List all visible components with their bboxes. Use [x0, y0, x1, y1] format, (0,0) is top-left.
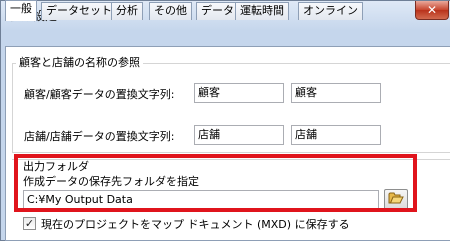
- tab-other[interactable]: その他: [149, 2, 192, 20]
- save-mxd-checkbox[interactable]: ✓: [23, 217, 36, 230]
- group-title: 顧客と店舗の名称の参照: [16, 54, 143, 70]
- tab-dataset[interactable]: データセット: [41, 2, 117, 20]
- tab-general[interactable]: 一般: [5, 0, 37, 21]
- tab-data[interactable]: データ: [196, 2, 239, 20]
- store-label: 店舗/店舗データの置換文字列:: [24, 130, 175, 143]
- tab-analysis[interactable]: 分析: [111, 2, 143, 20]
- save-mxd-label: 現在のプロジェクトをマップ ドキュメント (MXD) に保存する: [41, 218, 350, 231]
- customer-field-2[interactable]: 顧客: [291, 83, 381, 103]
- store-field-2[interactable]: 店舗: [291, 125, 381, 145]
- close-button[interactable]: ✕: [415, 1, 449, 20]
- tab-operating-hours[interactable]: 運転時間: [235, 2, 289, 20]
- customer-label: 顧客/顧客データの置換文字列:: [24, 88, 175, 101]
- highlight-frame: [14, 154, 417, 212]
- customer-field-1[interactable]: 顧客: [194, 83, 284, 103]
- store-field-1[interactable]: 店舗: [194, 125, 284, 145]
- tab-online[interactable]: オンライン: [298, 2, 363, 20]
